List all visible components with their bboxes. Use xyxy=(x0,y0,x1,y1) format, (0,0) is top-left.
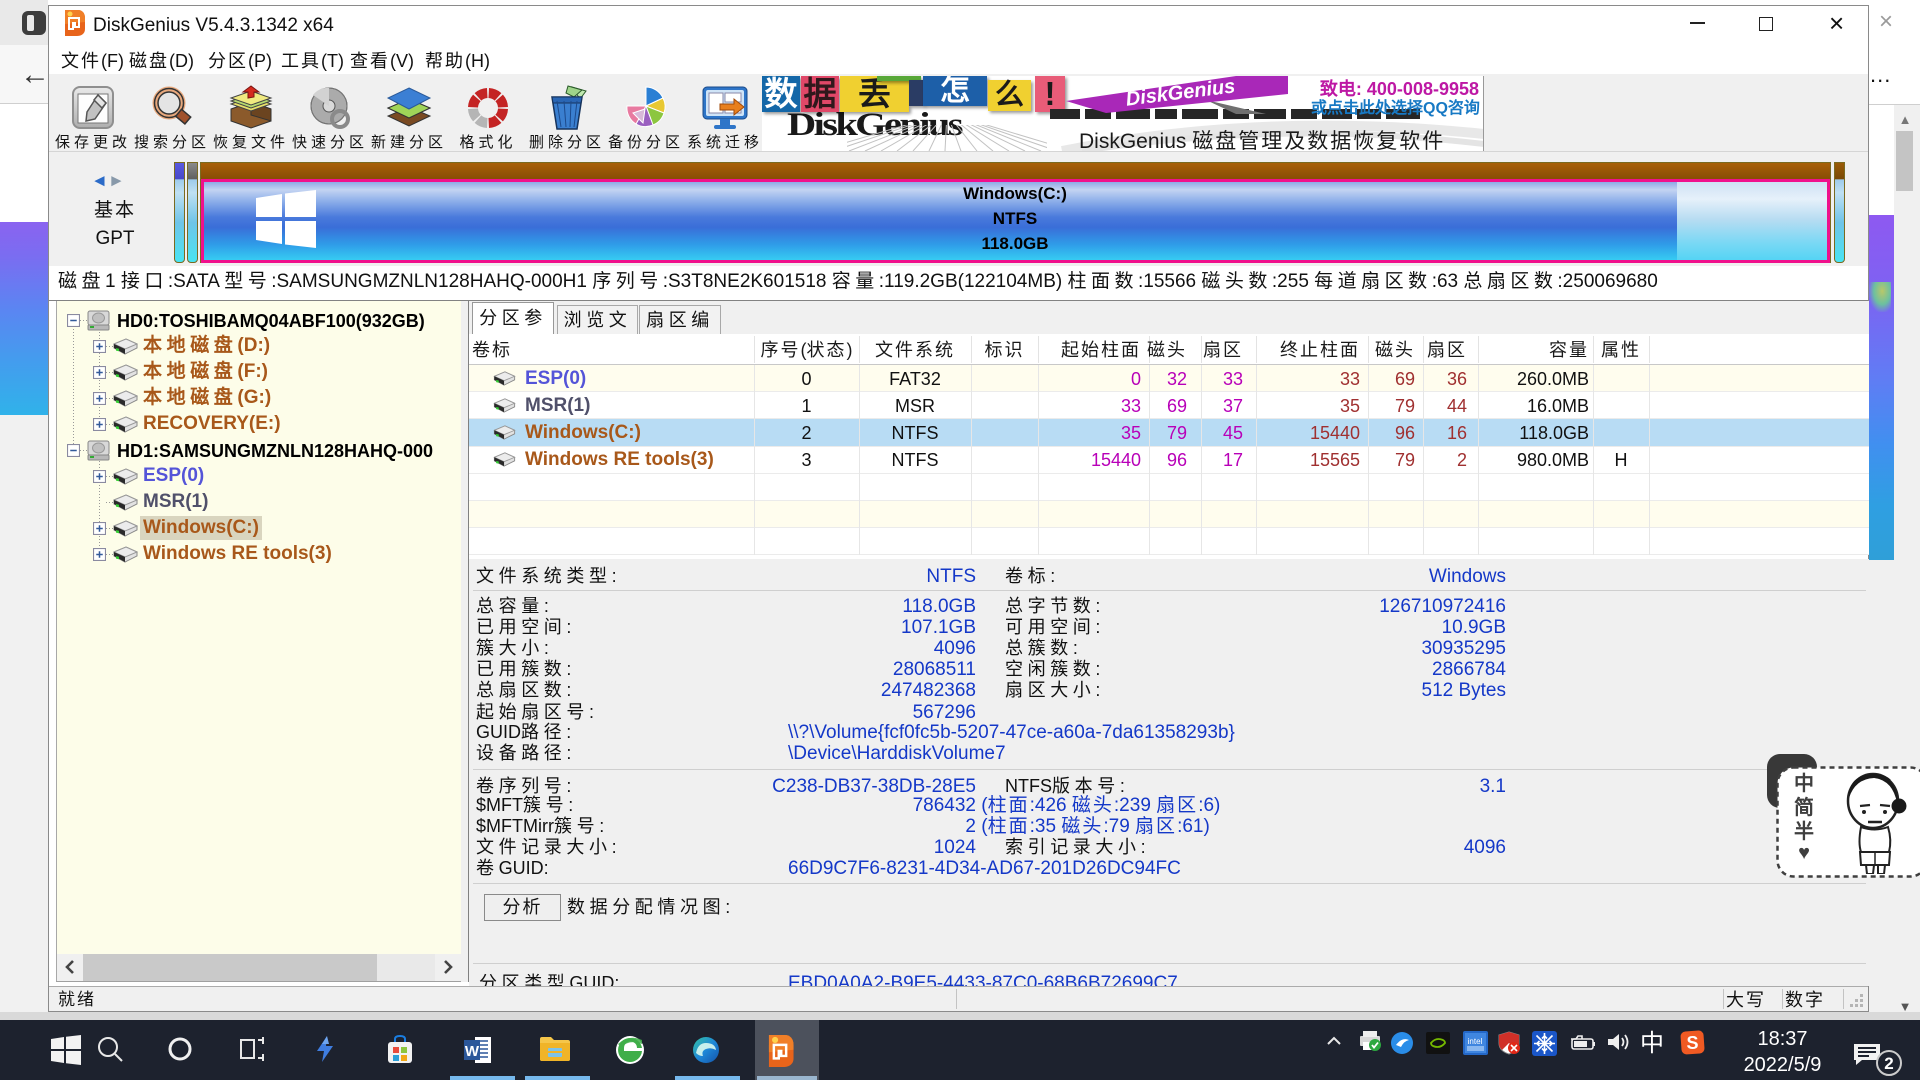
svg-text:S: S xyxy=(1686,1033,1698,1053)
svg-text:intel: intel xyxy=(1468,1037,1483,1046)
svg-text:W: W xyxy=(465,1043,480,1060)
